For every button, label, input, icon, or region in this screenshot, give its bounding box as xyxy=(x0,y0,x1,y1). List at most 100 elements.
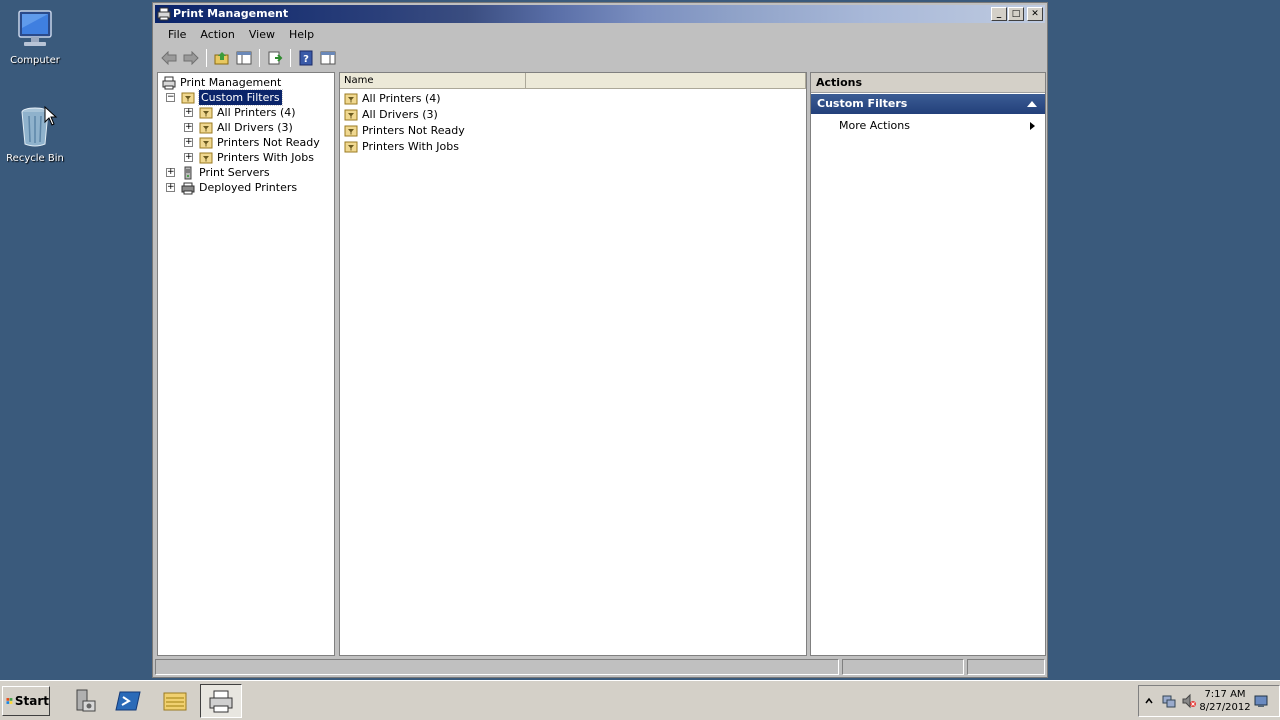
network-tray-button[interactable] xyxy=(1159,691,1179,711)
window-title: Print Management xyxy=(173,7,289,20)
tree-item-label: Print Servers xyxy=(199,166,270,179)
filter-icon xyxy=(344,140,358,154)
tree-item-print-servers[interactable]: + Print Servers xyxy=(166,165,270,180)
actions-section-custom-filters[interactable]: Custom Filters xyxy=(811,94,1045,114)
tree-item-all-printers[interactable]: + All Printers (4) xyxy=(184,105,296,120)
system-tray: 7:17 AM 8/27/2012 xyxy=(1138,685,1280,717)
minimize-button[interactable]: _ xyxy=(991,7,1007,21)
menu-view[interactable]: View xyxy=(242,25,282,45)
show-hide-console-tree-button[interactable] xyxy=(234,48,254,68)
desktop-icon-recycle-bin[interactable]: Recycle Bin xyxy=(0,104,70,164)
toolbar-separator xyxy=(259,49,260,67)
mouse-cursor-icon xyxy=(44,106,58,126)
print-management-app-icon xyxy=(157,7,171,21)
desktop-icon-label: Computer xyxy=(10,55,60,66)
tree-item-label: Printers Not Ready xyxy=(217,136,320,149)
tree-item-label: Deployed Printers xyxy=(199,181,298,194)
list-header: Name xyxy=(340,73,806,89)
more-actions-item[interactable]: More Actions xyxy=(839,117,1037,135)
start-label: Start xyxy=(14,694,49,708)
tree-item-label: All Printers (4) xyxy=(217,106,296,119)
chevron-up-icon xyxy=(1145,697,1153,704)
filter-icon xyxy=(199,106,213,120)
taskbar: Start 7:17 AM 8/27/2012 xyxy=(0,680,1280,720)
expand-toggle[interactable]: + xyxy=(184,123,193,132)
more-actions-label: More Actions xyxy=(839,119,910,132)
expand-toggle[interactable]: + xyxy=(184,108,193,117)
deployed-printers-icon xyxy=(181,181,195,195)
powershell-icon xyxy=(115,691,141,711)
close-button[interactable]: ✕ xyxy=(1027,7,1043,21)
taskbar-server-manager[interactable] xyxy=(62,684,104,718)
export-list-button[interactable] xyxy=(265,48,285,68)
up-one-level-button[interactable] xyxy=(212,48,232,68)
actions-header: Actions xyxy=(811,73,1045,93)
list-item[interactable]: Printers With Jobs xyxy=(344,139,459,155)
collapse-arrow-icon[interactable] xyxy=(1027,101,1037,107)
filter-folder-icon xyxy=(181,91,195,105)
help-button[interactable]: ? xyxy=(296,48,316,68)
menu-action[interactable]: Action xyxy=(193,25,241,45)
filter-icon xyxy=(199,136,213,150)
list-item-label: Printers With Jobs xyxy=(362,140,459,153)
filter-icon xyxy=(344,124,358,138)
export-list-icon xyxy=(268,51,283,65)
list-item[interactable]: All Printers (4) xyxy=(344,91,441,107)
console-tree: Print Management − Custom Filters + All … xyxy=(157,72,335,656)
tree-item-custom-filters[interactable]: − Custom Filters xyxy=(166,89,283,106)
clock[interactable]: 7:17 AM 8/27/2012 xyxy=(1199,688,1251,714)
list-item[interactable]: Printers Not Ready xyxy=(344,123,465,139)
toolbar-separator xyxy=(206,49,207,67)
column-header-empty[interactable] xyxy=(526,73,806,88)
expand-toggle[interactable]: + xyxy=(166,183,175,192)
submenu-arrow-icon xyxy=(1030,122,1035,130)
taskbar-print-management[interactable] xyxy=(200,684,242,718)
menu-file[interactable]: File xyxy=(161,25,193,45)
volume-tray-button[interactable] xyxy=(1179,691,1199,711)
filter-icon xyxy=(199,121,213,135)
volume-muted-icon xyxy=(1182,693,1196,709)
tree-item-printers-with-jobs[interactable]: + Printers With Jobs xyxy=(184,150,314,165)
menu-help[interactable]: Help xyxy=(282,25,321,45)
maximize-button[interactable]: □ xyxy=(1008,7,1024,21)
show-hidden-icons-button[interactable] xyxy=(1139,691,1159,711)
network-icon xyxy=(1162,695,1176,708)
actions-pane: Actions Custom Filters More Actions xyxy=(810,72,1046,656)
printer-icon xyxy=(209,690,233,713)
expand-toggle[interactable]: + xyxy=(184,153,193,162)
column-header-name[interactable]: Name xyxy=(340,73,526,88)
list-item-label: All Printers (4) xyxy=(362,92,441,105)
taskbar-explorer[interactable] xyxy=(154,684,196,718)
taskbar-powershell[interactable] xyxy=(107,684,149,718)
collapse-toggle[interactable]: − xyxy=(166,93,175,102)
results-pane: Name All Printers (4) All Drivers (3) Pr… xyxy=(339,72,807,656)
desktop-icon-label: Recycle Bin xyxy=(6,153,64,164)
tree-item-printers-not-ready[interactable]: + Printers Not Ready xyxy=(184,135,320,150)
back-button[interactable] xyxy=(159,48,179,68)
show-desktop-button[interactable] xyxy=(1251,691,1271,711)
filter-icon xyxy=(344,92,358,106)
list-item[interactable]: All Drivers (3) xyxy=(344,107,438,123)
desktop-icon-computer[interactable]: Computer xyxy=(0,8,70,66)
server-icon xyxy=(181,166,195,180)
start-button[interactable]: Start xyxy=(2,686,50,716)
show-desktop-icon xyxy=(1254,695,1268,707)
status-cell xyxy=(967,659,1046,675)
tree-item-deployed-printers[interactable]: + Deployed Printers xyxy=(166,180,297,195)
svg-text:?: ? xyxy=(303,54,309,65)
status-bar xyxy=(155,659,1046,677)
tree-item-all-drivers[interactable]: + All Drivers (3) xyxy=(184,120,293,135)
expand-toggle[interactable]: + xyxy=(184,138,193,147)
actions-section-label: Custom Filters xyxy=(817,97,908,110)
tree-item-print-management[interactable]: Print Management xyxy=(162,75,281,90)
show-hide-action-pane-button[interactable] xyxy=(318,48,338,68)
forward-button[interactable] xyxy=(181,48,201,68)
help-icon: ? xyxy=(299,50,313,66)
expand-toggle[interactable]: + xyxy=(166,168,175,177)
status-cell xyxy=(155,659,840,675)
print-management-icon xyxy=(162,76,176,90)
list-item-label: All Drivers (3) xyxy=(362,108,438,121)
title-bar[interactable]: Print Management _ □ ✕ xyxy=(155,5,1045,23)
clock-date: 8/27/2012 xyxy=(1199,702,1251,713)
toolbar-separator xyxy=(290,49,291,67)
